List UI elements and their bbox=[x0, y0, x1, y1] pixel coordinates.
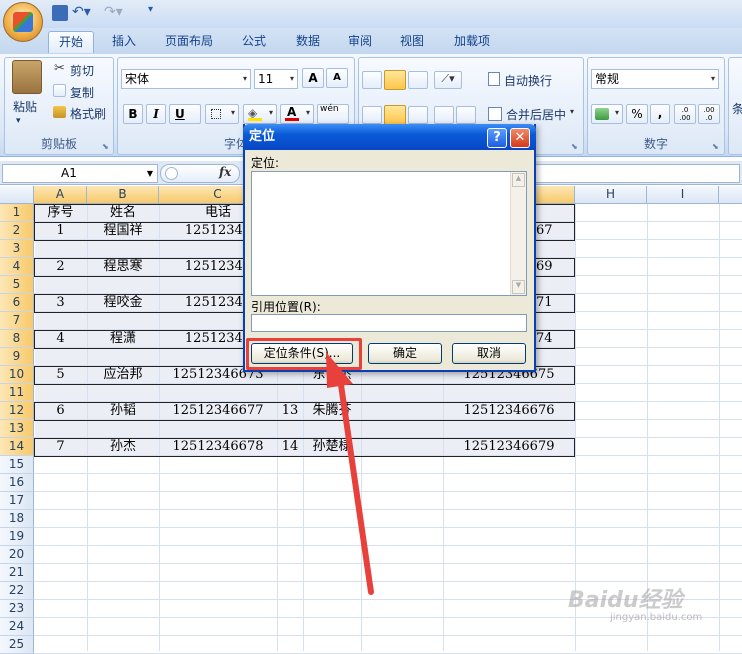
office-logo-icon bbox=[13, 12, 33, 32]
office-button[interactable] bbox=[3, 2, 43, 42]
annotation-arrow bbox=[326, 352, 374, 595]
